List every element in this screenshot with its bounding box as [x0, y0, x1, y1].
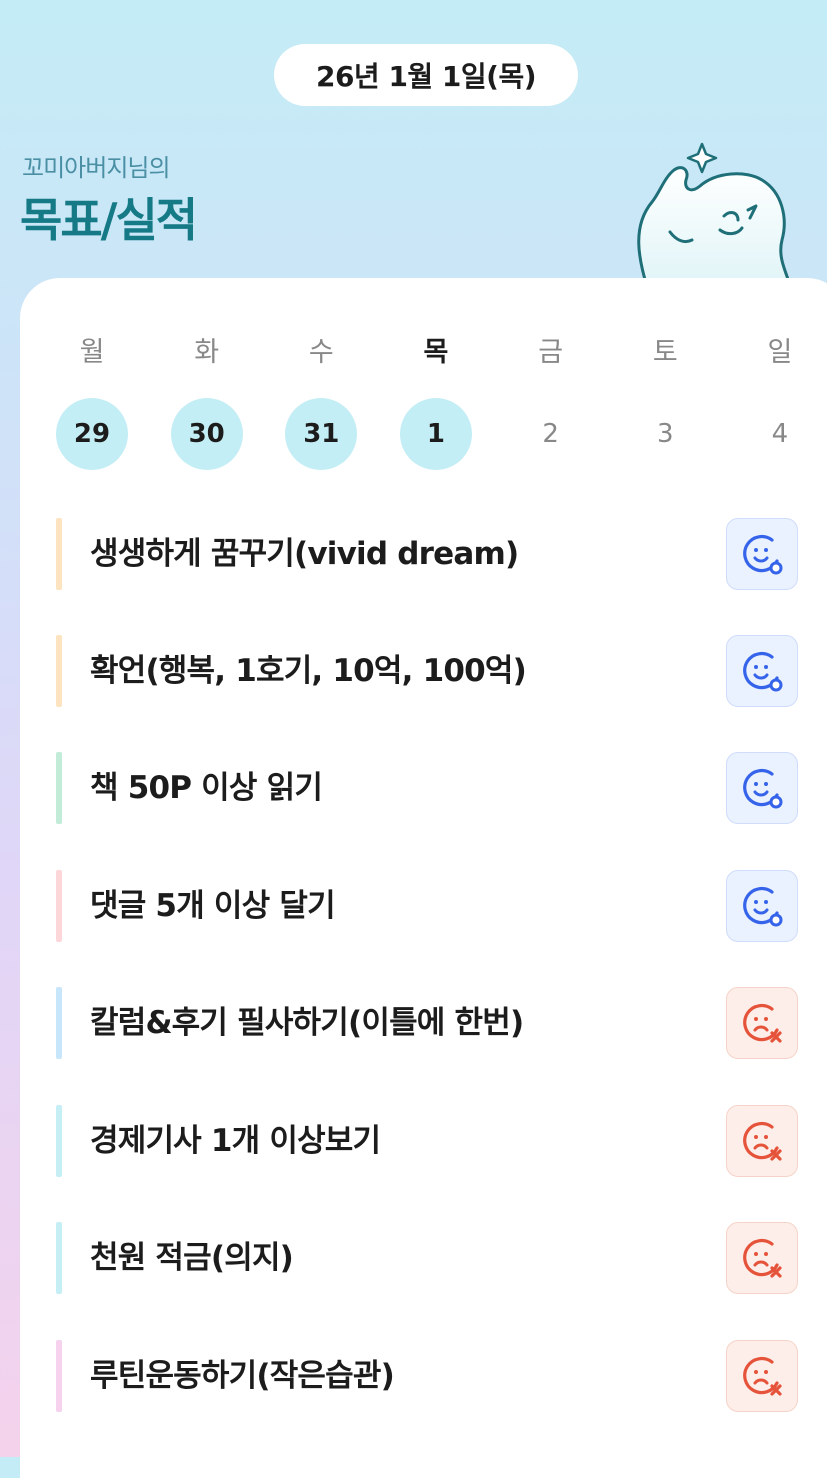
goal-label: 칼럼&후기 필사하기(이틀에 한번) [90, 1005, 524, 1041]
goal-status-button[interactable] [726, 518, 798, 590]
goal-status-button[interactable] [726, 987, 798, 1059]
owner-label: 꼬미아버지님의 [22, 154, 171, 182]
goal-color-bar [56, 870, 62, 942]
goal-status-button[interactable] [726, 870, 798, 942]
goal-color-bar [56, 1105, 62, 1177]
day-3[interactable]: 3 [629, 398, 701, 470]
goal-row: 칼럼&후기 필사하기(이틀에 한번) [56, 987, 802, 1059]
day-29[interactable]: 29 [56, 398, 128, 470]
page-title: 목표/실적 [20, 193, 198, 247]
frown-x-icon [743, 1238, 782, 1278]
goal-status-button[interactable] [726, 635, 798, 707]
goal-label: 확언(행복, 1호기, 10억, 100억) [90, 653, 527, 689]
goal-row: 확언(행복, 1호기, 10억, 100억) [56, 635, 802, 707]
goal-status-button[interactable] [726, 752, 798, 824]
goal-label: 책 50P 이상 읽기 [90, 770, 323, 806]
date-text: 26년 1월 1일(목) [315, 60, 537, 93]
goal-status-button[interactable] [726, 1340, 798, 1412]
smile-check-icon [743, 886, 783, 927]
goal-status-button[interactable] [726, 1105, 798, 1177]
goal-row: 댓글 5개 이상 달기 [56, 870, 802, 942]
weekday-mon: 월 [79, 337, 105, 368]
goal-row: 책 50P 이상 읽기 [56, 752, 802, 824]
day-2[interactable]: 2 [515, 398, 587, 470]
goal-card: 월 화 수 목 금 토 일 29 30 31 1 2 3 4 생생하게 꿈꾸기(… [20, 278, 827, 1478]
date-pill[interactable]: 26년 1월 1일(목) [274, 44, 578, 106]
goal-color-bar [56, 1222, 62, 1294]
goal-status-button[interactable] [726, 1222, 798, 1294]
weekday-sat: 토 [652, 337, 678, 368]
smile-check-icon [743, 768, 783, 809]
goal-row: 생생하게 꿈꾸기(vivid dream) [56, 518, 802, 590]
frown-x-icon [743, 1356, 782, 1396]
goal-color-bar [56, 1340, 62, 1412]
weekday-tue: 화 [194, 337, 220, 368]
ghost-mascot-icon [637, 142, 794, 290]
frown-x-icon [743, 1121, 782, 1161]
weekday-sun: 일 [767, 337, 793, 368]
day-30[interactable]: 30 [170, 398, 243, 470]
goal-color-bar [56, 752, 62, 824]
day-31[interactable]: 31 [285, 398, 358, 470]
goal-row: 경제기사 1개 이상보기 [56, 1105, 802, 1177]
goal-label: 루틴운동하기(작은습관) [90, 1358, 395, 1394]
goal-color-bar [56, 518, 62, 590]
goal-row: 루틴운동하기(작은습관) [56, 1340, 802, 1412]
weekday-wed: 수 [308, 337, 334, 368]
goal-row: 천원 적금(의지) [56, 1222, 802, 1294]
goal-label: 댓글 5개 이상 달기 [90, 888, 336, 924]
smile-check-icon [743, 534, 783, 575]
goal-color-bar [56, 987, 62, 1059]
day-4[interactable]: 4 [744, 398, 816, 470]
weekday-row: 월 화 수 목 금 토 일 [56, 330, 816, 369]
goal-label: 생생하게 꿈꾸기(vivid dream) [90, 536, 519, 572]
weekday-thu: 목 [423, 337, 449, 368]
day-1[interactable]: 1 [399, 398, 472, 470]
goal-label: 경제기사 1개 이상보기 [90, 1123, 381, 1159]
day-row: 29 30 31 1 2 3 4 [56, 398, 816, 470]
smile-check-icon [743, 651, 783, 692]
goal-color-bar [56, 635, 62, 707]
frown-x-icon [743, 1003, 782, 1043]
goal-label: 천원 적금(의지) [90, 1240, 294, 1276]
weekday-fri: 금 [538, 337, 564, 368]
